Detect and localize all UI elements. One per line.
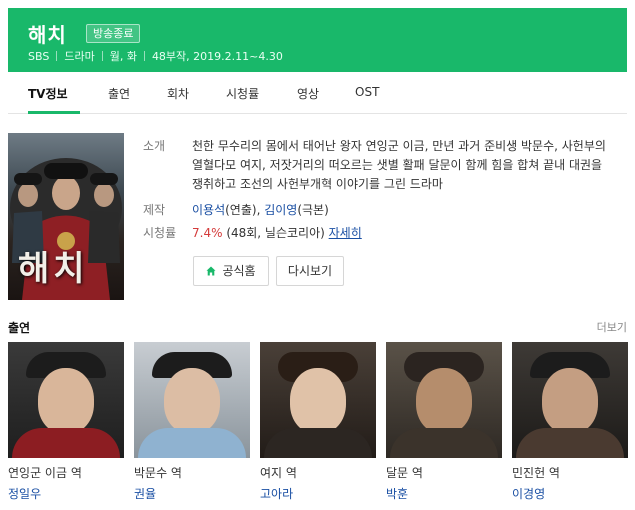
rating-value: 7.4% bbox=[192, 226, 223, 240]
rating-info: 7.4% (48회, 닐슨코리아) 자세히 bbox=[192, 224, 362, 241]
cast-card[interactable]: 여지 역 고아라 bbox=[260, 342, 376, 502]
meta-divider bbox=[101, 51, 103, 61]
rating-note: (48회, 닐슨코리아) bbox=[222, 226, 329, 240]
cast-card[interactable]: 연잉군 이금 역 정일우 bbox=[8, 342, 124, 502]
meta-channel: SBS bbox=[28, 50, 50, 63]
cast-photo[interactable] bbox=[8, 342, 124, 458]
official-homepage-button[interactable]: 공식홈 bbox=[193, 256, 269, 286]
rating-label: 시청률 bbox=[143, 226, 177, 240]
meta-divider bbox=[56, 51, 58, 61]
cast-role: 민진헌 역 bbox=[512, 466, 560, 480]
producer-label: 제작 bbox=[143, 203, 166, 217]
cast-card[interactable]: 달문 역 박훈 bbox=[386, 342, 502, 502]
cast-photo-face bbox=[290, 368, 346, 434]
writer-link[interactable]: 김이영 bbox=[264, 203, 297, 217]
cast-section-title: 출연 bbox=[8, 321, 31, 335]
cast-photo-robe bbox=[516, 428, 624, 458]
director-link[interactable]: 이용석 bbox=[192, 203, 225, 217]
meta-divider bbox=[143, 51, 145, 61]
poster-title-text: 해치 bbox=[18, 249, 89, 289]
cast-photo-robe bbox=[138, 428, 246, 458]
program-description: 천한 무수리의 몸에서 태어난 왕자 연잉군 이금, 만년 과거 준비생 박문수… bbox=[192, 139, 606, 191]
tab-episodes[interactable]: 회차 bbox=[167, 85, 189, 102]
official-homepage-label: 공식홈 bbox=[222, 264, 256, 278]
rating-detail-link[interactable]: 자세히 bbox=[329, 226, 362, 240]
active-tab-indicator bbox=[28, 111, 80, 114]
tab-ost[interactable]: OST bbox=[355, 85, 379, 99]
producer-info: 이용석(연출), 김이영(극본) bbox=[192, 201, 329, 218]
cast-photo[interactable] bbox=[260, 342, 376, 458]
cast-role: 박문수 역 bbox=[134, 466, 182, 480]
cast-card[interactable]: 박문수 역 권율 bbox=[134, 342, 250, 502]
cast-actor-link[interactable]: 정일우 bbox=[8, 485, 124, 502]
poster-image[interactable]: 해치 bbox=[8, 133, 124, 300]
meta-genre: 드라마 bbox=[64, 50, 95, 63]
director-role: (연출), bbox=[225, 203, 265, 217]
tab-cast[interactable]: 출연 bbox=[108, 85, 130, 102]
cast-role: 여지 역 bbox=[260, 466, 297, 480]
cast-actor-link[interactable]: 권율 bbox=[134, 485, 250, 502]
cast-photo[interactable] bbox=[512, 342, 628, 458]
program-title[interactable]: 해치 bbox=[28, 19, 67, 48]
cast-photo[interactable] bbox=[386, 342, 502, 458]
status-badge: 방송종료 bbox=[86, 24, 141, 43]
cast-card[interactable]: 민진헌 역 이경영 bbox=[512, 342, 628, 502]
cast-photo-face bbox=[416, 368, 472, 434]
writer-role: (극본) bbox=[297, 203, 329, 217]
home-icon bbox=[206, 266, 216, 276]
cast-role: 연잉군 이금 역 bbox=[8, 466, 82, 480]
tab-videos[interactable]: 영상 bbox=[297, 85, 319, 102]
cast-role: 달문 역 bbox=[386, 466, 423, 480]
program-meta: SBS 드라마 월, 화 48부작, 2019.2.11~4.30 bbox=[28, 48, 283, 64]
cast-photo-robe bbox=[12, 428, 120, 458]
description-label: 소개 bbox=[143, 139, 166, 153]
cast-photo-face bbox=[38, 368, 94, 434]
meta-episodes-dates: 48부작, 2019.2.11~4.30 bbox=[151, 50, 283, 63]
cast-photo-face bbox=[164, 368, 220, 434]
cast-photo-robe bbox=[264, 428, 372, 458]
meta-days: 월, 화 bbox=[109, 50, 137, 63]
tab-bar: TV정보 출연 회차 시청률 영상 OST bbox=[8, 72, 627, 114]
cast-actor-link[interactable]: 고아라 bbox=[260, 485, 376, 502]
cast-photo-face bbox=[542, 368, 598, 434]
cast-more-link[interactable]: 더보기 bbox=[597, 319, 627, 335]
cast-photo-robe bbox=[390, 428, 498, 458]
cast-actor-link[interactable]: 이경영 bbox=[512, 485, 628, 502]
tab-tv-info[interactable]: TV정보 bbox=[28, 85, 68, 102]
tab-ratings[interactable]: 시청률 bbox=[226, 85, 259, 102]
program-header: 해치 방송종료 SBS 드라마 월, 화 48부작, 2019.2.11~4.30 bbox=[8, 8, 627, 72]
cast-photo[interactable] bbox=[134, 342, 250, 458]
cast-actor-link[interactable]: 박훈 bbox=[386, 485, 502, 502]
replay-button[interactable]: 다시보기 bbox=[276, 256, 344, 286]
